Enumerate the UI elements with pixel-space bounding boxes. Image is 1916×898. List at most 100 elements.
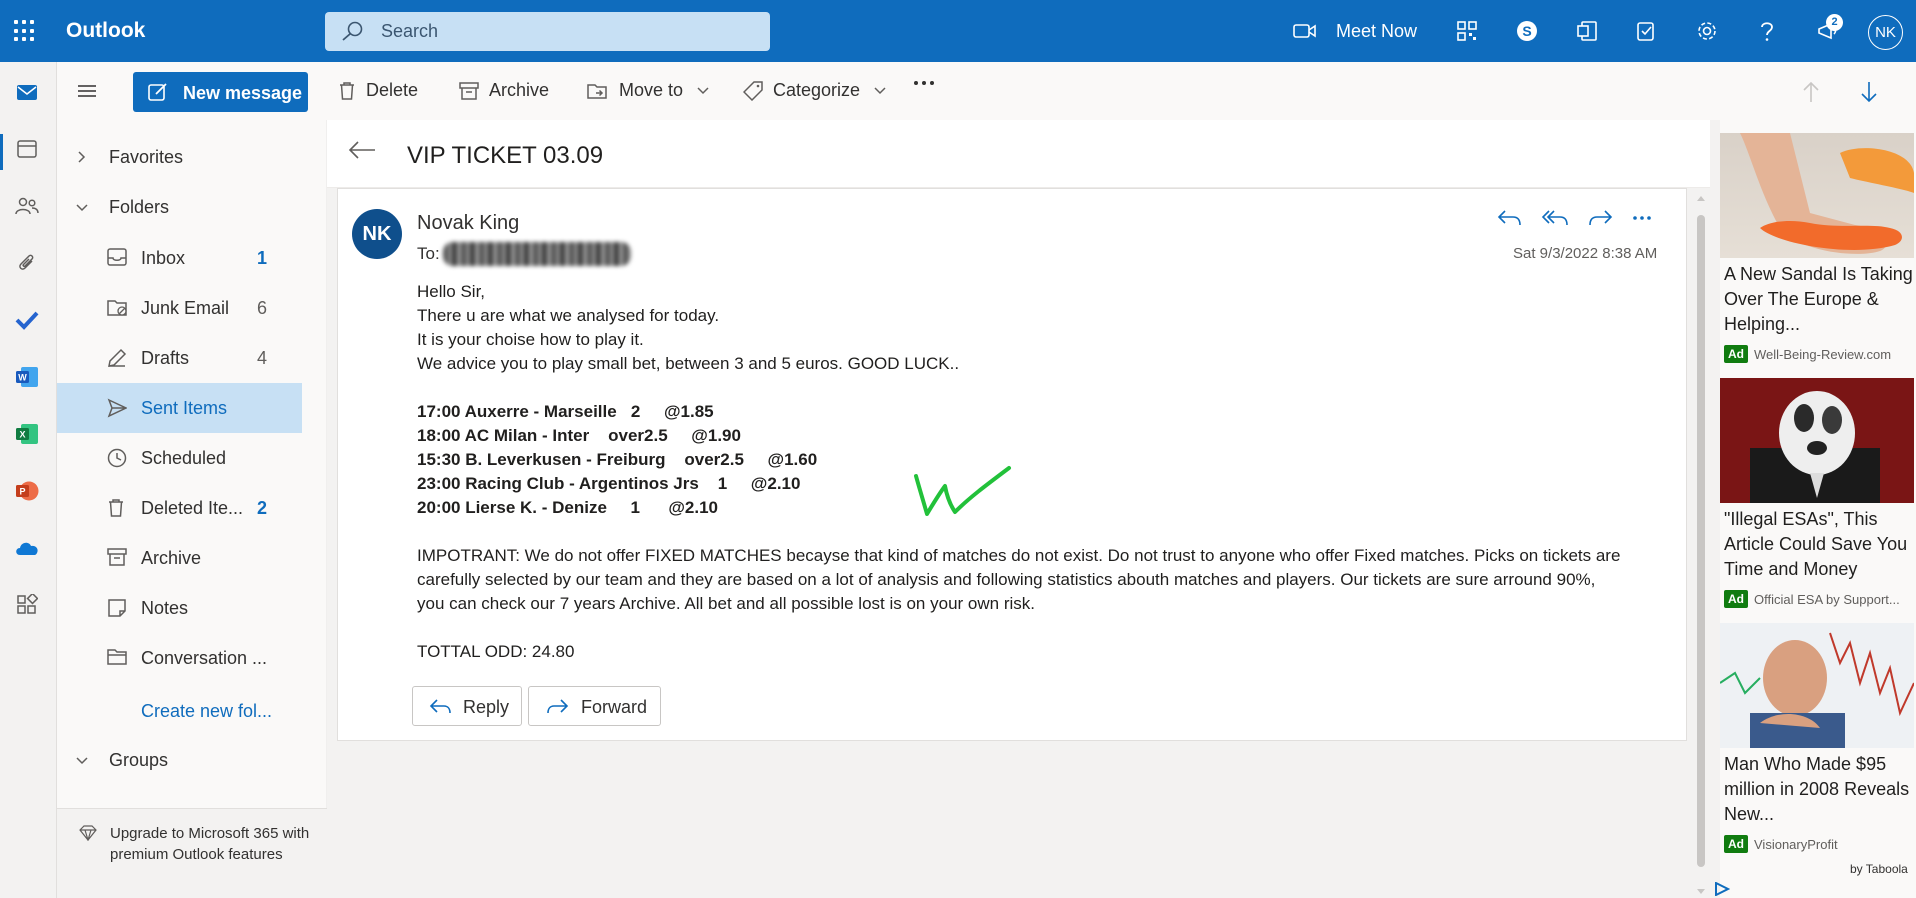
item-count: 4	[256, 348, 267, 368]
ad-item[interactable]: Man Who Made $95 million in 2008 Reveals…	[1720, 623, 1914, 853]
ad-image-dog[interactable]	[1720, 378, 1914, 503]
reply-icon	[429, 699, 451, 714]
reply-all-icon[interactable]	[1541, 207, 1569, 229]
ad-image-man[interactable]	[1720, 623, 1914, 748]
scrollbar-thumb[interactable]	[1697, 215, 1705, 867]
new-message-button[interactable]: New message	[133, 72, 308, 112]
search-icon	[342, 21, 363, 41]
my-day-icon[interactable]	[1632, 16, 1662, 46]
scroll-up-arrow-icon[interactable]	[1696, 194, 1706, 202]
junk-icon	[107, 300, 127, 316]
ad-choices-icon[interactable]	[1714, 882, 1730, 896]
scroll-down-arrow-icon[interactable]	[1696, 888, 1706, 896]
chevron-down-icon	[76, 204, 88, 212]
qr-code-icon[interactable]	[1452, 16, 1482, 46]
more-apps-icon[interactable]	[12, 590, 42, 620]
app-launcher-icon[interactable]	[14, 20, 36, 42]
search-input[interactable]: Search	[381, 21, 438, 42]
folder-icon	[107, 649, 127, 665]
next-message-arrow-icon[interactable]	[1860, 81, 1878, 103]
office-icon[interactable]	[1572, 16, 1602, 46]
sender-avatar[interactable]: NK	[352, 209, 402, 259]
ad-source: Official ESA by Support...	[1754, 591, 1900, 607]
app-name[interactable]: Outlook	[66, 19, 145, 43]
drafts-icon	[108, 348, 127, 367]
ad-image-sandal[interactable]	[1720, 133, 1914, 258]
meet-now-button[interactable]: Meet Now	[1336, 21, 1417, 42]
taboola-attribution[interactable]: by Taboola	[1850, 862, 1908, 876]
folder-drafts[interactable]: Drafts 4	[57, 333, 302, 383]
archive-button[interactable]: Archive	[459, 80, 549, 101]
folder-conversation-history[interactable]: Conversation ...	[57, 633, 302, 683]
todo-icon[interactable]	[12, 305, 42, 335]
pick-line: 23:00 Racing Club - Argentinos Jrs 1 @2.…	[417, 474, 801, 493]
back-arrow-icon[interactable]	[348, 140, 376, 160]
folders-section[interactable]: Folders	[57, 187, 317, 227]
archive-icon	[459, 81, 479, 100]
folder-label: Conversation ...	[141, 648, 268, 668]
folder-scheduled[interactable]: Scheduled	[57, 433, 302, 483]
onedrive-icon[interactable]	[12, 533, 42, 563]
skype-icon[interactable]: S	[1512, 16, 1542, 46]
reply-icon[interactable]	[1496, 207, 1524, 229]
create-new-folder-link[interactable]: Create new fol...	[141, 701, 272, 722]
folder-junk-email[interactable]: Junk Email 6	[57, 283, 302, 333]
item-count: 6	[256, 298, 267, 318]
intro-line: There u are what we analysed for today.	[417, 306, 720, 325]
folder-inbox[interactable]: Inbox 1	[57, 233, 302, 283]
more-actions-button[interactable]	[913, 80, 935, 86]
favorites-section[interactable]: Favorites	[57, 137, 317, 177]
message-body: Hello Sir, There u are what we analysed …	[417, 280, 1627, 664]
intro-line: It is your choise how to play it.	[417, 330, 644, 349]
people-icon[interactable]	[12, 191, 42, 221]
ad-item[interactable]: "Illegal ESAs", This Article Could Save …	[1720, 378, 1914, 608]
word-icon[interactable]: W	[12, 362, 42, 392]
groups-section[interactable]: Groups	[57, 740, 317, 780]
message-actions	[1496, 207, 1653, 229]
excel-icon[interactable]: X	[12, 419, 42, 449]
attachment-icon[interactable]	[12, 248, 42, 278]
hamburger-menu-icon[interactable]	[77, 84, 97, 98]
ad-item[interactable]: A New Sandal Is Taking Over The Europe &…	[1720, 133, 1914, 363]
move-to-button[interactable]: Move to	[587, 80, 709, 101]
previous-message-arrow-icon[interactable]	[1802, 81, 1820, 103]
ad-title[interactable]: A New Sandal Is Taking Over The Europe &…	[1720, 262, 1914, 337]
active-app-indicator	[0, 134, 3, 170]
ad-tag: Ad	[1724, 345, 1748, 363]
delete-button[interactable]: Delete	[338, 80, 418, 101]
to-label: To:	[417, 244, 440, 263]
ad-title[interactable]: "Illegal ESAs", This Article Could Save …	[1720, 507, 1914, 582]
message-subject: VIP TICKET 03.09	[407, 142, 604, 169]
upgrade-banner[interactable]: Upgrade to Microsoft 365 with premium Ou…	[57, 808, 327, 898]
groups-label: Groups	[109, 750, 169, 770]
chevron-right-icon	[78, 151, 86, 163]
user-avatar[interactable]: NK	[1868, 15, 1903, 50]
sender-name[interactable]: Novak King	[417, 212, 519, 235]
video-camera-icon[interactable]	[1290, 16, 1320, 46]
trash-icon	[109, 499, 123, 517]
reply-button[interactable]: Reply	[412, 686, 522, 726]
pick-line: 18:00 AC Milan - Inter over2.5 @1.90	[417, 426, 741, 445]
folder-archive[interactable]: Archive	[57, 533, 302, 583]
categorize-button[interactable]: Categorize	[743, 80, 886, 101]
powerpoint-icon[interactable]: P	[12, 476, 42, 506]
ad-title[interactable]: Man Who Made $95 million in 2008 Reveals…	[1720, 752, 1914, 827]
more-options-icon[interactable]	[1631, 207, 1653, 229]
archive-icon	[107, 548, 127, 566]
calendar-icon[interactable]	[12, 134, 42, 164]
forward-label: Forward	[581, 697, 648, 717]
svg-text:X: X	[19, 430, 25, 440]
top-bar: Outlook Search Meet Now S 2 NK	[0, 0, 1916, 62]
folder-notes[interactable]: Notes	[57, 583, 302, 633]
folder-label: Scheduled	[141, 448, 227, 468]
mail-icon[interactable]	[12, 77, 42, 107]
forward-icon[interactable]	[1586, 207, 1614, 229]
help-icon[interactable]	[1752, 16, 1782, 46]
svg-text:S: S	[1522, 23, 1531, 39]
folder-sent-items[interactable]: Sent Items	[57, 383, 302, 433]
forward-icon	[547, 699, 569, 714]
folder-deleted-items[interactable]: Deleted Ite... 2	[57, 483, 302, 533]
move-to-label: Move to	[619, 80, 684, 100]
forward-button[interactable]: Forward	[528, 686, 661, 726]
settings-gear-icon[interactable]	[1692, 16, 1722, 46]
